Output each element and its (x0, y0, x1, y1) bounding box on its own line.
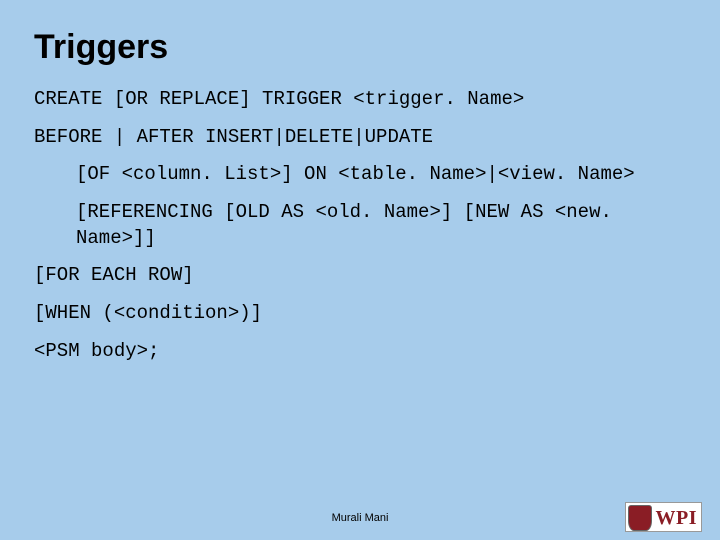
code-line-4: [REFERENCING [OLD AS <old. Name>] [NEW A… (34, 200, 686, 251)
shield-icon (628, 505, 652, 531)
wpi-logo: WPI (625, 502, 703, 532)
code-line-5: [FOR EACH ROW] (34, 263, 686, 289)
logo-text: WPI (656, 507, 698, 530)
slide: Triggers CREATE [OR REPLACE] TRIGGER <tr… (0, 0, 720, 540)
slide-body: CREATE [OR REPLACE] TRIGGER <trigger. Na… (34, 87, 686, 364)
footer-author: Murali Mani (0, 512, 720, 524)
logo-box: WPI (625, 502, 703, 532)
slide-title: Triggers (34, 28, 686, 67)
code-line-3: [OF <column. List>] ON <table. Name>|<vi… (34, 162, 686, 188)
code-line-2: BEFORE | AFTER INSERT|DELETE|UPDATE (34, 125, 686, 151)
code-line-6: [WHEN (<condition>)] (34, 301, 686, 327)
code-line-7: <PSM body>; (34, 339, 686, 365)
code-line-1: CREATE [OR REPLACE] TRIGGER <trigger. Na… (34, 87, 686, 113)
